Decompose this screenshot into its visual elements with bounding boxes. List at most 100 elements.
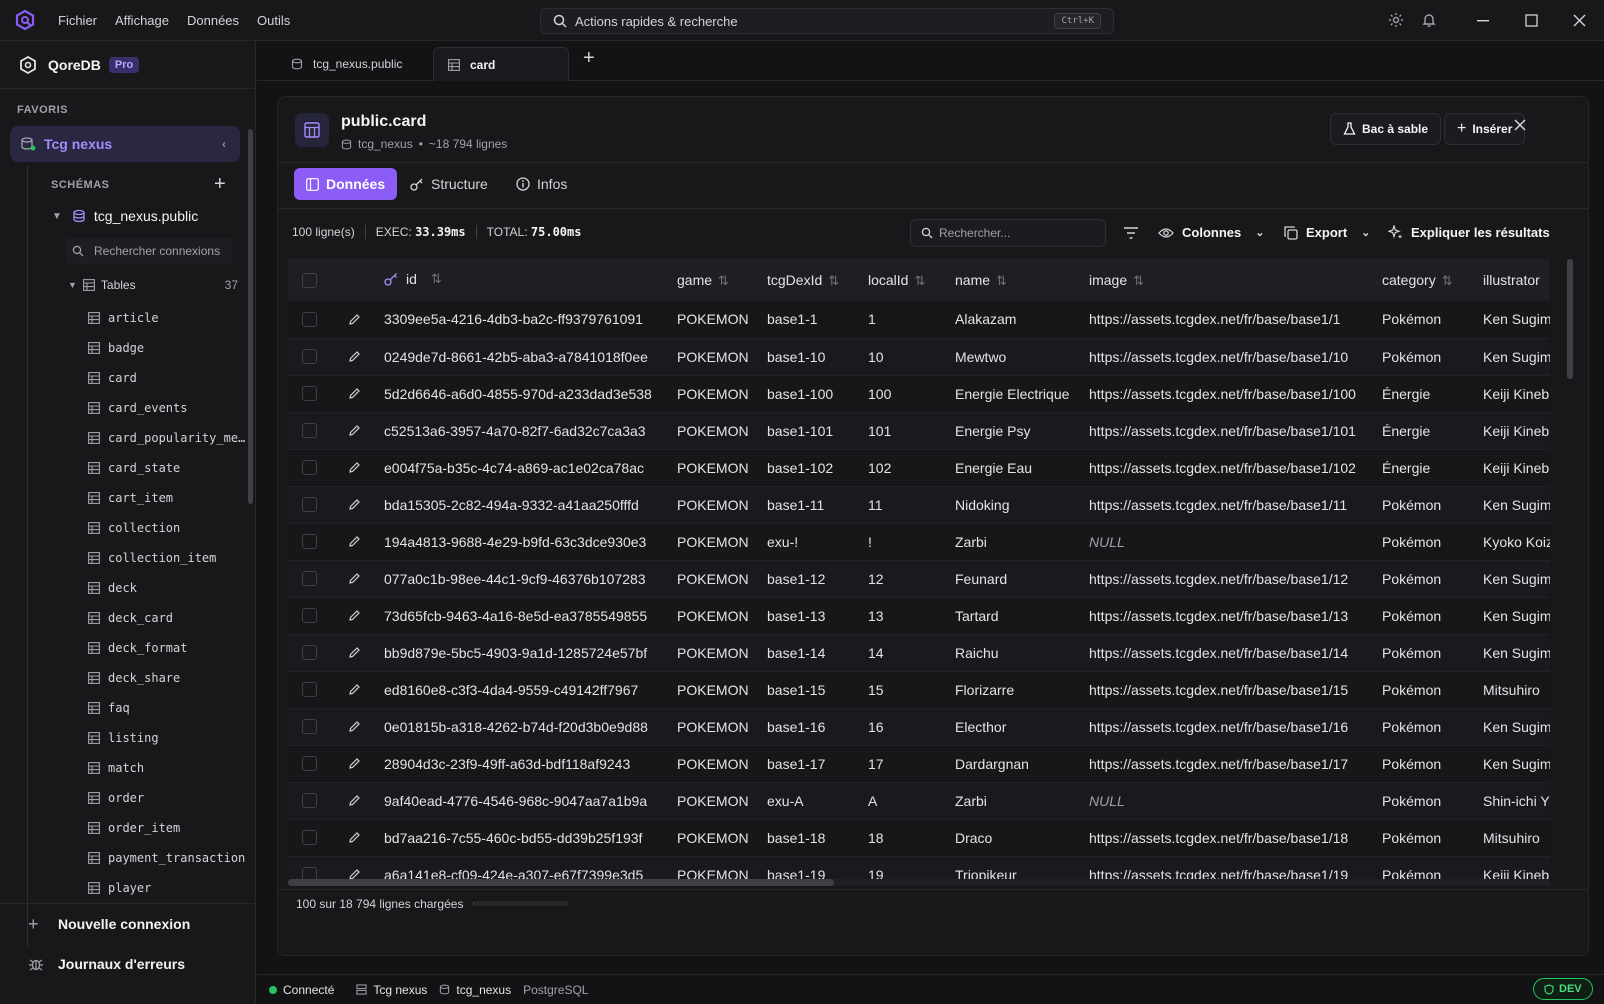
- cell-category[interactable]: Énergie: [1374, 449, 1475, 487]
- cell-id[interactable]: 0249de7d-8661-42b5-aba3-a7841018f0ee: [376, 338, 669, 376]
- tab-schema[interactable]: tcg_nexus.public: [277, 47, 425, 81]
- cell-tcgdexid[interactable]: base1-101: [759, 412, 860, 450]
- cell-image[interactable]: https://assets.tcgdex.net/fr/base/base1/…: [1081, 449, 1374, 487]
- gear-icon[interactable]: [1388, 12, 1404, 28]
- cell-illustrator[interactable]: Mitsuhiro: [1475, 819, 1550, 857]
- cell-game[interactable]: POKEMON: [669, 412, 759, 450]
- row-checkbox[interactable]: [302, 386, 317, 401]
- cell-category[interactable]: Pokémon: [1374, 523, 1475, 561]
- cell-tcgdexid[interactable]: base1-100: [759, 375, 860, 413]
- sidebar-table-item[interactable]: order_item: [88, 813, 248, 843]
- cell-image[interactable]: NULL: [1081, 523, 1374, 561]
- sandbox-button[interactable]: Bac à sable: [1330, 113, 1442, 145]
- cell-name[interactable]: Alakazam: [947, 301, 1081, 339]
- table-row[interactable]: 3309ee5a-4216-4db3-ba2c-ff9379761091 POKE…: [288, 301, 1550, 339]
- tab-infos[interactable]: Infos: [504, 168, 579, 200]
- cell-illustrator[interactable]: Ken Sugim: [1475, 338, 1550, 376]
- sidebar-scrollbar[interactable]: [248, 129, 253, 504]
- scroll-thumb[interactable]: [288, 879, 834, 886]
- cell-illustrator[interactable]: Ken Sugim: [1475, 745, 1550, 783]
- pencil-icon[interactable]: [348, 683, 361, 696]
- row-checkbox[interactable]: [302, 423, 317, 438]
- cell-game[interactable]: POKEMON: [669, 560, 759, 598]
- menu-outils[interactable]: Outils: [257, 13, 290, 28]
- cell-game[interactable]: POKEMON: [669, 671, 759, 709]
- row-checkbox[interactable]: [302, 719, 317, 734]
- connection-search-input[interactable]: Rechercher connexions: [66, 238, 232, 264]
- cell-category[interactable]: Pokémon: [1374, 745, 1475, 783]
- pencil-icon[interactable]: [348, 461, 361, 474]
- cell-tcgdexid[interactable]: base1-15: [759, 671, 860, 709]
- table-row[interactable]: 0e01815b-a318-4262-b74d-f20d3b0e9d88 POKE…: [288, 708, 1550, 746]
- cell-image[interactable]: https://assets.tcgdex.net/fr/base/base1/…: [1081, 634, 1374, 672]
- cell-id[interactable]: 9af40ead-4776-4546-968c-9047aa7a1b9a: [376, 782, 669, 820]
- pencil-icon[interactable]: [348, 350, 361, 363]
- menu-affichage[interactable]: Affichage: [115, 13, 169, 28]
- tab-donnees[interactable]: Données: [294, 168, 398, 200]
- horizontal-scrollbar[interactable]: [288, 879, 1550, 886]
- cell-category[interactable]: Pokémon: [1374, 634, 1475, 672]
- export-button[interactable]: Export ⌄: [1284, 225, 1370, 240]
- row-checkbox[interactable]: [302, 645, 317, 660]
- cell-tcgdexid[interactable]: base1-102: [759, 449, 860, 487]
- cell-illustrator[interactable]: Keiji Kineb: [1475, 449, 1550, 487]
- filter-button[interactable]: [1124, 227, 1138, 239]
- select-all-checkbox[interactable]: [302, 272, 317, 288]
- cell-category[interactable]: Pokémon: [1374, 597, 1475, 635]
- sort-icon[interactable]: ⇅: [718, 273, 729, 288]
- cell-tcgdexid[interactable]: base1-16: [759, 708, 860, 746]
- pencil-icon[interactable]: [348, 424, 361, 437]
- columns-button[interactable]: Colonnes ⌄: [1158, 225, 1264, 240]
- cell-localid[interactable]: 11: [860, 486, 947, 524]
- cell-id[interactable]: 5d2d6646-a6d0-4855-970d-a233dad3e538: [376, 375, 669, 413]
- collapse-chevron-icon[interactable]: ‹: [222, 137, 226, 151]
- sort-icon[interactable]: ⇅: [1442, 273, 1453, 288]
- cell-localid[interactable]: A: [860, 782, 947, 820]
- cell-id[interactable]: 077a0c1b-98ee-44c1-9cf9-46376b107283: [376, 560, 669, 598]
- sidebar-table-item[interactable]: card_popularity_metr...: [88, 423, 248, 453]
- cell-tcgdexid[interactable]: exu-A: [759, 782, 860, 820]
- column-header-id[interactable]: id ⇅: [376, 259, 669, 301]
- cell-category[interactable]: Énergie: [1374, 375, 1475, 413]
- column-header-localid[interactable]: localId ⇅: [860, 259, 947, 301]
- close-window-icon[interactable]: [1573, 14, 1586, 27]
- cell-game[interactable]: POKEMON: [669, 708, 759, 746]
- row-checkbox[interactable]: [302, 830, 317, 845]
- table-row[interactable]: e004f75a-b35c-4c74-a869-ac1e02ca78ac POKE…: [288, 449, 1550, 487]
- sort-icon[interactable]: ⇅: [828, 273, 839, 288]
- cell-name[interactable]: Draco: [947, 819, 1081, 857]
- sidebar-table-item[interactable]: card_events: [88, 393, 248, 423]
- cell-image[interactable]: https://assets.tcgdex.net/fr/base/base1/…: [1081, 819, 1374, 857]
- tab-structure[interactable]: Structure: [398, 168, 500, 200]
- cell-category[interactable]: Pokémon: [1374, 708, 1475, 746]
- pencil-icon[interactable]: [348, 535, 361, 548]
- cell-illustrator[interactable]: Keiji Kineb: [1475, 375, 1550, 413]
- cell-image[interactable]: https://assets.tcgdex.net/fr/base/base1/…: [1081, 671, 1374, 709]
- cell-category[interactable]: Pokémon: [1374, 560, 1475, 598]
- cell-game[interactable]: POKEMON: [669, 486, 759, 524]
- cell-game[interactable]: POKEMON: [669, 375, 759, 413]
- cell-tcgdexid[interactable]: base1-14: [759, 634, 860, 672]
- sidebar-table-item[interactable]: player: [88, 873, 248, 903]
- cell-id[interactable]: 73d65fcb-9463-4a16-8e5d-ea3785549855: [376, 597, 669, 635]
- cell-id[interactable]: e004f75a-b35c-4c74-a869-ac1e02ca78ac: [376, 449, 669, 487]
- sidebar-table-item[interactable]: cart_item: [88, 483, 248, 513]
- cell-id[interactable]: bd7aa216-7c55-460c-bd55-dd39b25f193f: [376, 819, 669, 857]
- column-header-name[interactable]: name ⇅: [947, 259, 1081, 301]
- cell-game[interactable]: POKEMON: [669, 819, 759, 857]
- pencil-icon[interactable]: [348, 794, 361, 807]
- cell-illustrator[interactable]: Ken Sugim: [1475, 301, 1550, 339]
- cell-name[interactable]: Feunard: [947, 560, 1081, 598]
- sidebar-table-item[interactable]: order: [88, 783, 248, 813]
- column-header-game[interactable]: game ⇅: [669, 259, 759, 301]
- connection-name-item[interactable]: Tcg nexus: [356, 983, 427, 997]
- new-tab-button[interactable]: +: [583, 47, 595, 70]
- row-checkbox[interactable]: [302, 793, 317, 808]
- column-header-tcgdexid[interactable]: tcgDexId ⇅: [759, 259, 860, 301]
- row-checkbox[interactable]: [302, 682, 317, 697]
- cell-id[interactable]: 0e01815b-a318-4262-b74d-f20d3b0e9d88: [376, 708, 669, 746]
- sidebar-table-item[interactable]: article: [88, 303, 248, 333]
- error-logs-button[interactable]: Journaux d'erreurs: [0, 944, 256, 984]
- cell-image[interactable]: NULL: [1081, 782, 1374, 820]
- table-row[interactable]: 73d65fcb-9463-4a16-8e5d-ea3785549855 POKE…: [288, 597, 1550, 635]
